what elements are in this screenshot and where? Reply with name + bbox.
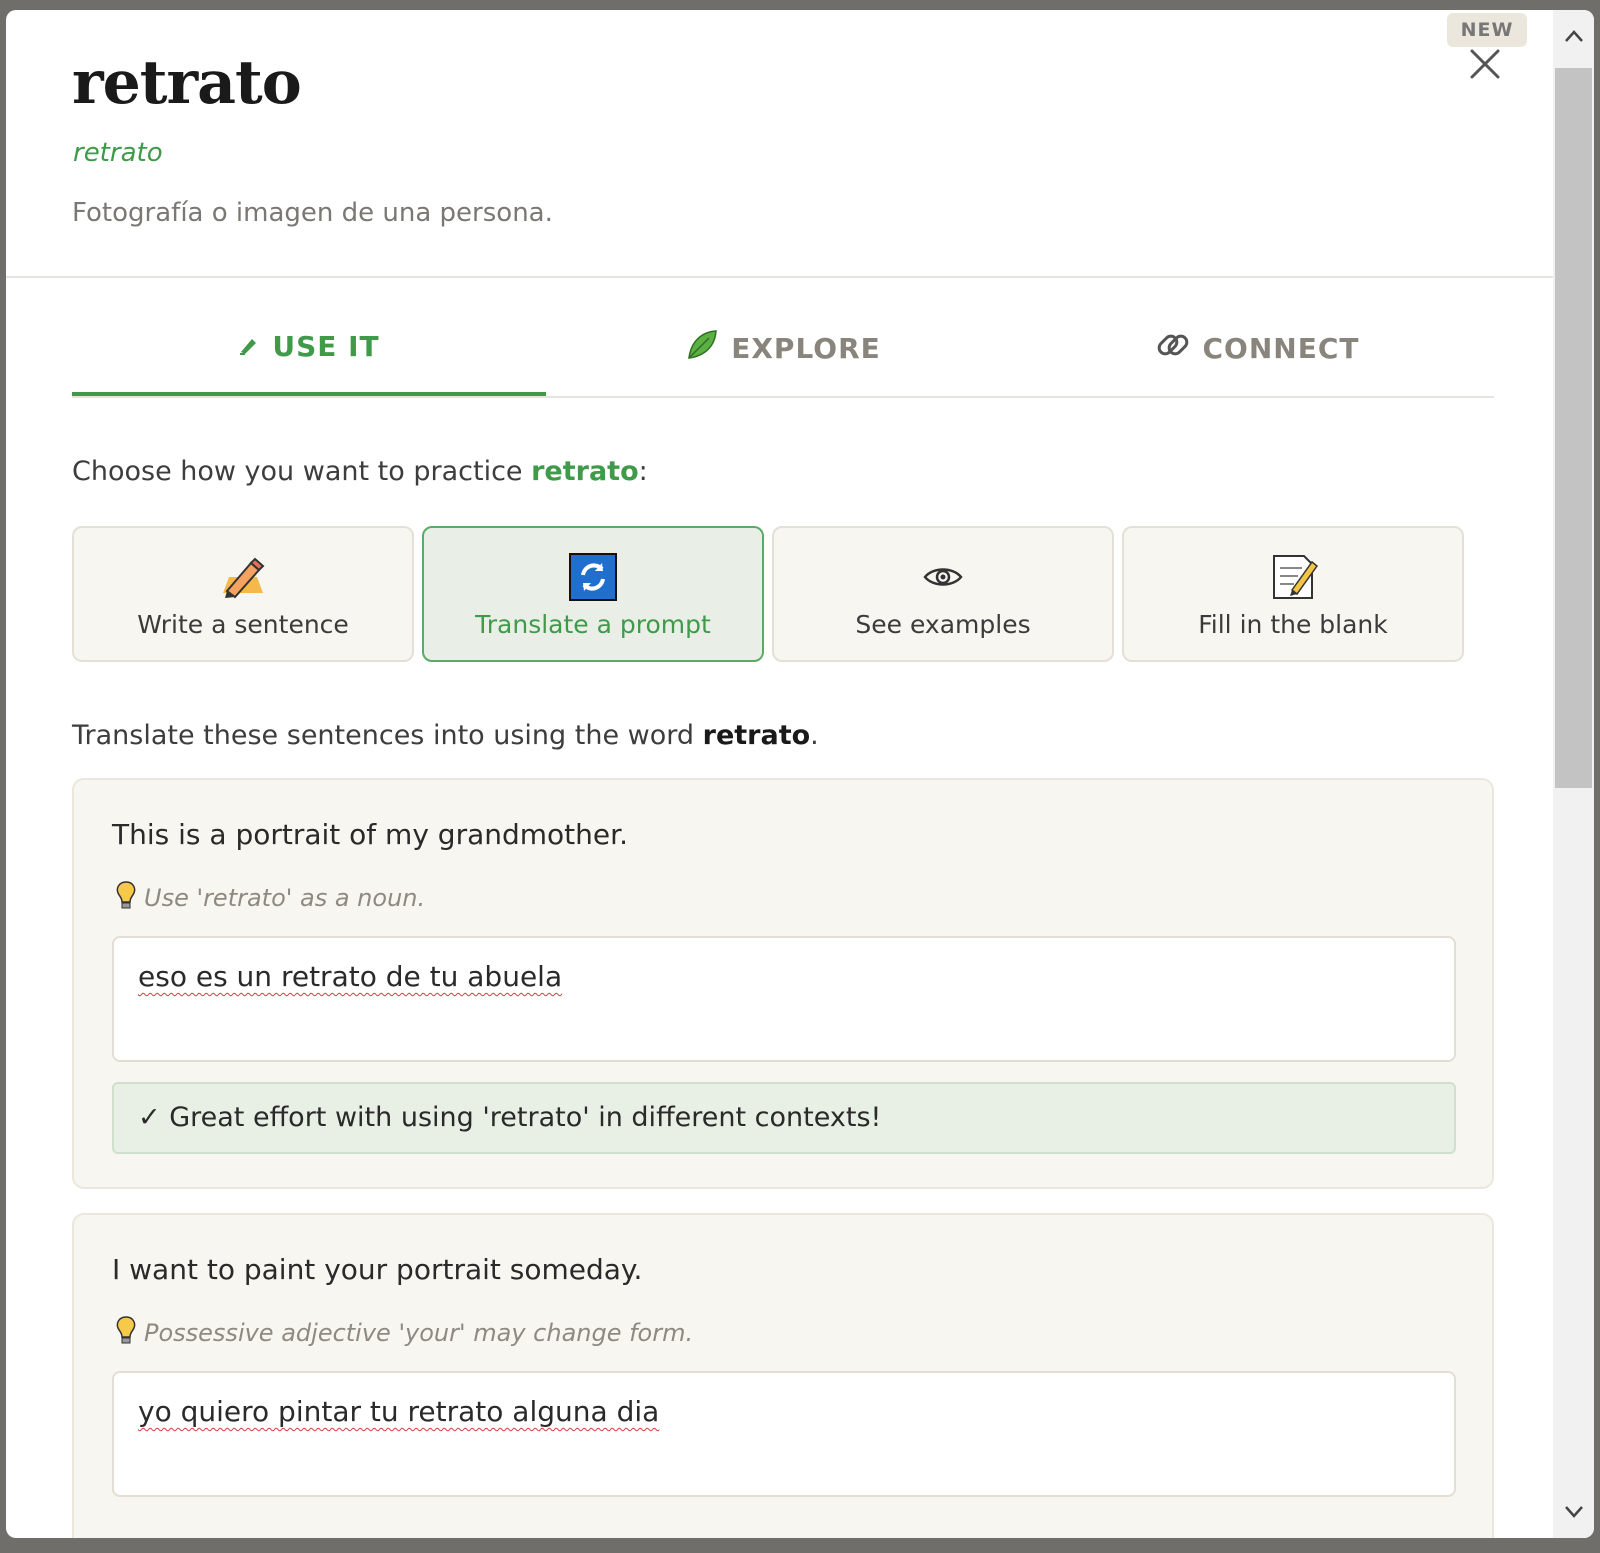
translate-instruction: Translate these sentences into using the…	[72, 720, 819, 751]
mode-label: Write a sentence	[137, 610, 349, 639]
mode-label: Fill in the blank	[1198, 610, 1388, 639]
exercise-sentence: I want to paint your portrait someday.	[112, 1253, 643, 1286]
practice-prompt-word: retrato	[531, 456, 639, 487]
exercise-hint: Use 'retrato' as a noun.	[114, 880, 425, 916]
modal-content: retrato retrato Fotografía o imagen de u…	[6, 10, 1553, 1538]
tab-bar: USE IT EXPLORE CONNECT	[72, 300, 1494, 398]
instruction-word: retrato	[702, 720, 811, 751]
tab-connect[interactable]: CONNECT	[1020, 300, 1494, 396]
memo-icon	[1124, 552, 1462, 602]
exercise-hint: Possessive adjective 'your' may change f…	[114, 1315, 693, 1351]
instruction-text: Translate these sentences into using the…	[72, 720, 703, 751]
tab-use-it[interactable]: USE IT	[72, 300, 546, 396]
close-icon	[1470, 49, 1500, 79]
mode-see-examples-button[interactable]: See examples	[772, 526, 1114, 662]
scrollbar[interactable]	[1553, 10, 1594, 1538]
lightbulb-icon	[114, 1315, 138, 1351]
word-practice-modal: retrato retrato Fotografía o imagen de u…	[6, 10, 1594, 1538]
refresh-icon	[424, 552, 762, 602]
word-header: retrato retrato Fotografía o imagen de u…	[6, 10, 1553, 278]
tab-label: CONNECT	[1202, 331, 1360, 365]
exercise-card: This is a portrait of my grandmother. Us…	[72, 778, 1494, 1189]
word-pronunciation: retrato	[73, 138, 163, 168]
tab-explore[interactable]: EXPLORE	[546, 300, 1020, 396]
mode-translate-prompt-button[interactable]: Translate a prompt	[422, 526, 764, 662]
mode-write-sentence-button[interactable]: Write a sentence	[72, 526, 414, 662]
practice-prompt: Choose how you want to practice retrato:	[72, 456, 648, 487]
eye-icon	[774, 552, 1112, 602]
feedback-message: ✓ Great effort with using 'retrato' in d…	[112, 1082, 1456, 1154]
link-icon	[1155, 327, 1191, 370]
exercise-card: I want to paint your portrait someday. P…	[72, 1213, 1494, 1538]
chevron-down-icon	[1564, 1506, 1583, 1518]
lightbulb-icon	[114, 880, 138, 916]
new-badge: NEW	[1447, 13, 1527, 47]
answer-input[interactable]: yo quiero pintar tu retrato alguna dia	[112, 1371, 1456, 1497]
scroll-down-button[interactable]	[1553, 1492, 1594, 1532]
hint-text: Use 'retrato' as a noun.	[144, 884, 426, 912]
chevron-up-icon	[1564, 30, 1583, 42]
scroll-up-button[interactable]	[1553, 16, 1594, 56]
tab-label: EXPLORE	[731, 331, 881, 365]
mode-fill-blank-button[interactable]: Fill in the blank	[1122, 526, 1464, 662]
exercise-sentence: This is a portrait of my grandmother.	[112, 818, 628, 851]
close-button[interactable]	[1465, 44, 1505, 84]
pen-writing-icon	[238, 330, 260, 363]
answer-input[interactable]: eso es un retrato de tu abuela	[112, 936, 1456, 1062]
word-title: retrato	[72, 48, 302, 118]
pencil-icon	[74, 552, 412, 602]
instruction-suffix: .	[810, 720, 819, 751]
tab-label: USE IT	[272, 329, 380, 363]
mode-label: See examples	[855, 610, 1031, 639]
practice-prompt-text: Choose how you want to practice	[72, 456, 532, 487]
practice-prompt-suffix: :	[638, 456, 648, 487]
word-definition: Fotografía o imagen de una persona.	[72, 198, 553, 228]
hint-text: Possessive adjective 'your' may change f…	[144, 1319, 694, 1347]
scroll-thumb[interactable]	[1555, 68, 1592, 788]
leaf-icon	[685, 328, 719, 369]
mode-label: Translate a prompt	[475, 610, 711, 639]
